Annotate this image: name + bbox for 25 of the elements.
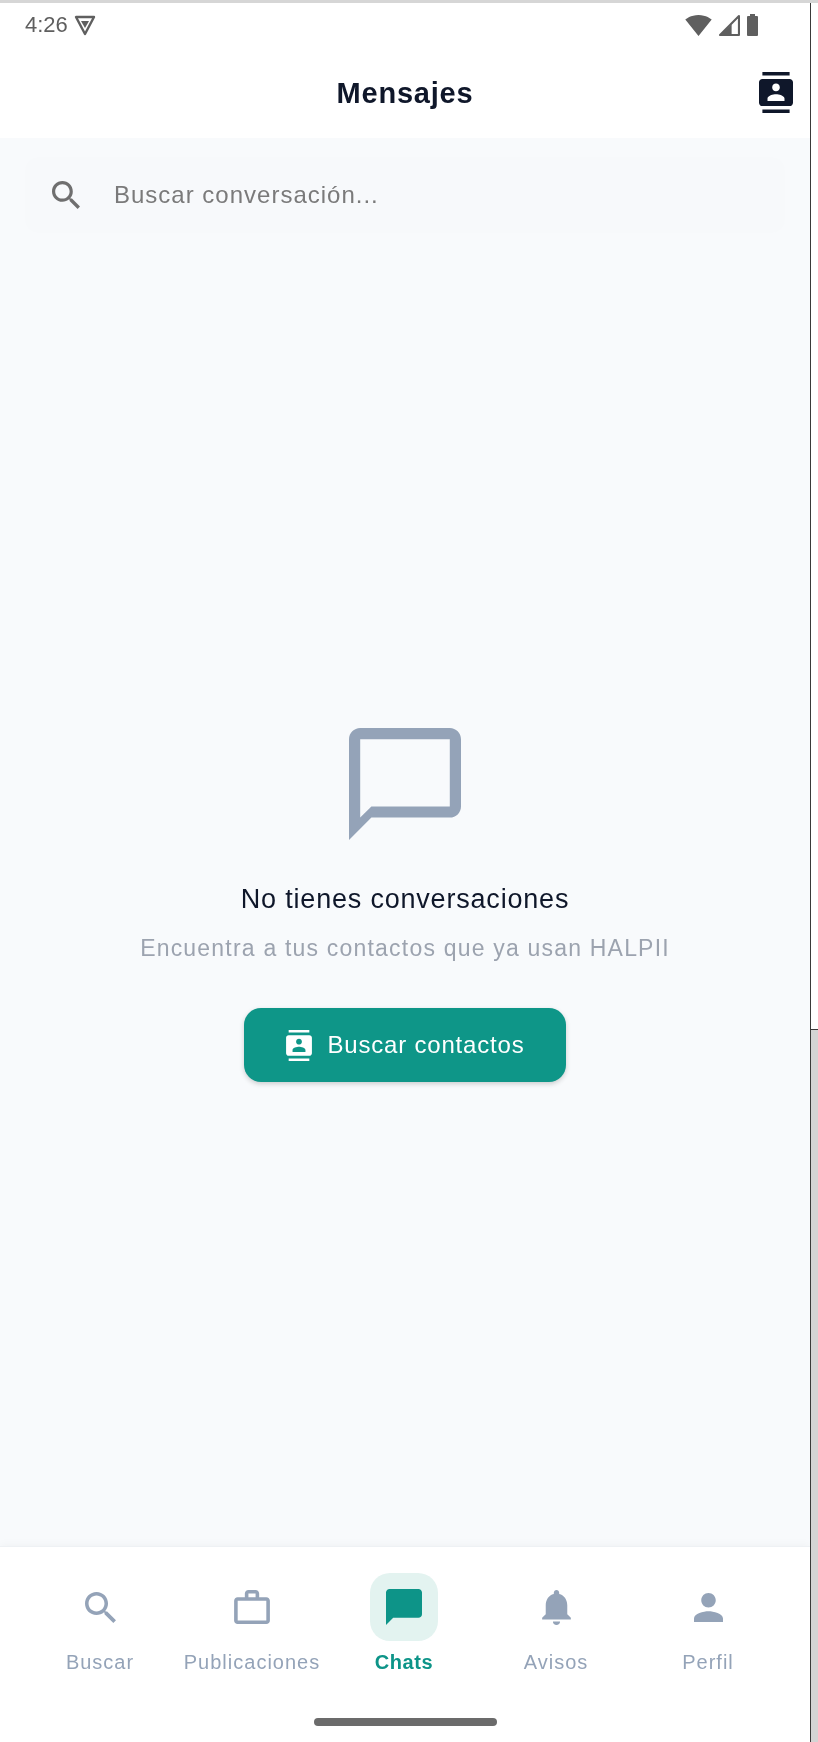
nav-tab[interactable]: Buscar (24, 1573, 176, 1675)
empty-state-subtitle: Encuentra a tus contactos que ya usan HALPII (140, 934, 670, 962)
wifi-icon (685, 14, 712, 36)
person-icon (693, 1592, 723, 1622)
shield-icon (73, 14, 96, 36)
bell-icon (541, 1589, 571, 1625)
search-icon (84, 1591, 116, 1623)
chat-bubble-outline-icon (349, 728, 461, 840)
nav-tab[interactable]: Publicaciones (176, 1573, 328, 1675)
status-time: 4:26 (25, 12, 68, 38)
contacts-button[interactable] (759, 72, 793, 113)
search-field[interactable]: Buscar conversación... (25, 157, 785, 233)
chat-bubble-icon (386, 1589, 422, 1625)
nav-tab[interactable]: Chats (328, 1573, 480, 1675)
briefcase-icon (234, 1590, 270, 1624)
page-title: Mensajes (336, 75, 474, 111)
find-contacts-button[interactable]: Buscar contactos (244, 1008, 566, 1082)
battery-icon (747, 14, 758, 36)
contacts-icon (285, 1029, 312, 1061)
nav-tab[interactable]: Perfil (632, 1573, 784, 1675)
nav-tab[interactable]: Avisos (480, 1573, 632, 1675)
cell-signal-icon (719, 14, 740, 36)
empty-state-title: No tienes conversaciones (240, 883, 570, 916)
contacts-icon (759, 72, 793, 113)
search-icon (52, 181, 80, 209)
